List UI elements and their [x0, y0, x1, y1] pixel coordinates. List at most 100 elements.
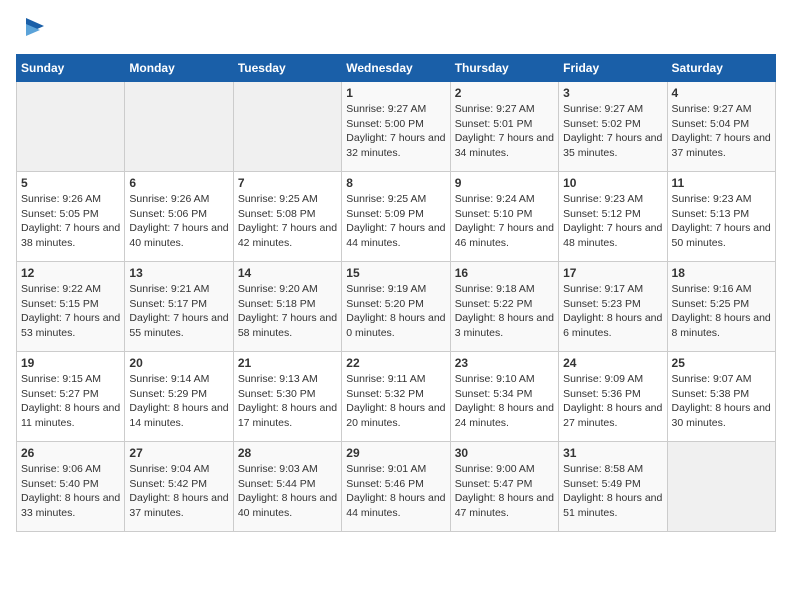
day-info: Sunrise: 9:19 AM Sunset: 5:20 PM Dayligh…	[346, 282, 445, 341]
calendar-cell: 10 Sunrise: 9:23 AM Sunset: 5:12 PM Dayl…	[559, 172, 667, 262]
daylight-label: Daylight: 7 hours and 32 minutes.	[346, 132, 445, 159]
daylight-label: Daylight: 7 hours and 37 minutes.	[672, 132, 771, 159]
day-number: 1	[346, 86, 445, 100]
logo	[16, 16, 52, 42]
sunrise-label: Sunrise: 9:21 AM	[129, 283, 209, 295]
day-info: Sunrise: 9:15 AM Sunset: 5:27 PM Dayligh…	[21, 372, 120, 431]
calendar-week-1: 1 Sunrise: 9:27 AM Sunset: 5:00 PM Dayli…	[17, 82, 776, 172]
sunrise-label: Sunrise: 9:26 AM	[129, 193, 209, 205]
daylight-label: Daylight: 8 hours and 33 minutes.	[21, 492, 120, 519]
sunset-label: Sunset: 5:27 PM	[21, 388, 99, 400]
sunset-label: Sunset: 5:46 PM	[346, 478, 424, 490]
calendar-cell: 20 Sunrise: 9:14 AM Sunset: 5:29 PM Dayl…	[125, 352, 233, 442]
calendar-cell: 30 Sunrise: 9:00 AM Sunset: 5:47 PM Dayl…	[450, 442, 558, 532]
daylight-label: Daylight: 8 hours and 17 minutes.	[238, 402, 337, 429]
day-number: 9	[455, 176, 554, 190]
sunset-label: Sunset: 5:32 PM	[346, 388, 424, 400]
day-info: Sunrise: 9:24 AM Sunset: 5:10 PM Dayligh…	[455, 192, 554, 251]
sunset-label: Sunset: 5:02 PM	[563, 118, 641, 130]
daylight-label: Daylight: 8 hours and 6 minutes.	[563, 312, 662, 339]
daylight-label: Daylight: 8 hours and 40 minutes.	[238, 492, 337, 519]
sunrise-label: Sunrise: 9:14 AM	[129, 373, 209, 385]
sunset-label: Sunset: 5:15 PM	[21, 298, 99, 310]
day-info: Sunrise: 8:58 AM Sunset: 5:49 PM Dayligh…	[563, 462, 662, 521]
day-info: Sunrise: 9:14 AM Sunset: 5:29 PM Dayligh…	[129, 372, 228, 431]
daylight-label: Daylight: 7 hours and 46 minutes.	[455, 222, 554, 249]
sunrise-label: Sunrise: 9:09 AM	[563, 373, 643, 385]
weekday-header-monday: Monday	[125, 55, 233, 82]
daylight-label: Daylight: 8 hours and 44 minutes.	[346, 492, 445, 519]
calendar-cell	[233, 82, 341, 172]
day-info: Sunrise: 9:16 AM Sunset: 5:25 PM Dayligh…	[672, 282, 771, 341]
daylight-label: Daylight: 8 hours and 8 minutes.	[672, 312, 771, 339]
sunrise-label: Sunrise: 9:19 AM	[346, 283, 426, 295]
day-number: 5	[21, 176, 120, 190]
sunset-label: Sunset: 5:20 PM	[346, 298, 424, 310]
day-number: 19	[21, 356, 120, 370]
sunset-label: Sunset: 5:10 PM	[455, 208, 533, 220]
sunset-label: Sunset: 5:08 PM	[238, 208, 316, 220]
sunset-label: Sunset: 5:00 PM	[346, 118, 424, 130]
daylight-label: Daylight: 8 hours and 11 minutes.	[21, 402, 120, 429]
day-number: 27	[129, 446, 228, 460]
sunset-label: Sunset: 5:09 PM	[346, 208, 424, 220]
sunrise-label: Sunrise: 9:11 AM	[346, 373, 425, 385]
daylight-label: Daylight: 7 hours and 42 minutes.	[238, 222, 337, 249]
calendar-cell: 9 Sunrise: 9:24 AM Sunset: 5:10 PM Dayli…	[450, 172, 558, 262]
day-number: 23	[455, 356, 554, 370]
day-number: 15	[346, 266, 445, 280]
day-number: 12	[21, 266, 120, 280]
sunrise-label: Sunrise: 9:23 AM	[563, 193, 643, 205]
sunset-label: Sunset: 5:30 PM	[238, 388, 316, 400]
sunrise-label: Sunrise: 9:26 AM	[21, 193, 101, 205]
day-number: 14	[238, 266, 337, 280]
sunset-label: Sunset: 5:34 PM	[455, 388, 533, 400]
daylight-label: Daylight: 7 hours and 58 minutes.	[238, 312, 337, 339]
day-info: Sunrise: 9:23 AM Sunset: 5:13 PM Dayligh…	[672, 192, 771, 251]
daylight-label: Daylight: 7 hours and 48 minutes.	[563, 222, 662, 249]
daylight-label: Daylight: 7 hours and 44 minutes.	[346, 222, 445, 249]
calendar-cell: 31 Sunrise: 8:58 AM Sunset: 5:49 PM Dayl…	[559, 442, 667, 532]
day-number: 30	[455, 446, 554, 460]
day-info: Sunrise: 9:01 AM Sunset: 5:46 PM Dayligh…	[346, 462, 445, 521]
weekday-header-sunday: Sunday	[17, 55, 125, 82]
calendar-cell: 6 Sunrise: 9:26 AM Sunset: 5:06 PM Dayli…	[125, 172, 233, 262]
sunset-label: Sunset: 5:13 PM	[672, 208, 750, 220]
day-number: 3	[563, 86, 662, 100]
sunset-label: Sunset: 5:47 PM	[455, 478, 533, 490]
daylight-label: Daylight: 7 hours and 53 minutes.	[21, 312, 120, 339]
calendar-cell: 23 Sunrise: 9:10 AM Sunset: 5:34 PM Dayl…	[450, 352, 558, 442]
sunrise-label: Sunrise: 9:16 AM	[672, 283, 752, 295]
calendar-cell: 24 Sunrise: 9:09 AM Sunset: 5:36 PM Dayl…	[559, 352, 667, 442]
daylight-label: Daylight: 8 hours and 30 minutes.	[672, 402, 771, 429]
daylight-label: Daylight: 8 hours and 47 minutes.	[455, 492, 554, 519]
day-info: Sunrise: 9:06 AM Sunset: 5:40 PM Dayligh…	[21, 462, 120, 521]
sunset-label: Sunset: 5:36 PM	[563, 388, 641, 400]
sunrise-label: Sunrise: 9:03 AM	[238, 463, 318, 475]
sunrise-label: Sunrise: 9:24 AM	[455, 193, 535, 205]
sunrise-label: Sunrise: 9:17 AM	[563, 283, 643, 295]
calendar-cell: 27 Sunrise: 9:04 AM Sunset: 5:42 PM Dayl…	[125, 442, 233, 532]
day-number: 26	[21, 446, 120, 460]
day-number: 31	[563, 446, 662, 460]
day-number: 18	[672, 266, 771, 280]
day-number: 11	[672, 176, 771, 190]
sunrise-label: Sunrise: 9:06 AM	[21, 463, 101, 475]
calendar-cell: 26 Sunrise: 9:06 AM Sunset: 5:40 PM Dayl…	[17, 442, 125, 532]
daylight-label: Daylight: 7 hours and 34 minutes.	[455, 132, 554, 159]
calendar-cell: 12 Sunrise: 9:22 AM Sunset: 5:15 PM Dayl…	[17, 262, 125, 352]
daylight-label: Daylight: 7 hours and 55 minutes.	[129, 312, 228, 339]
daylight-label: Daylight: 7 hours and 38 minutes.	[21, 222, 120, 249]
daylight-label: Daylight: 7 hours and 40 minutes.	[129, 222, 228, 249]
sunrise-label: Sunrise: 9:15 AM	[21, 373, 101, 385]
day-info: Sunrise: 9:27 AM Sunset: 5:00 PM Dayligh…	[346, 102, 445, 161]
day-info: Sunrise: 9:22 AM Sunset: 5:15 PM Dayligh…	[21, 282, 120, 341]
day-info: Sunrise: 9:21 AM Sunset: 5:17 PM Dayligh…	[129, 282, 228, 341]
sunset-label: Sunset: 5:04 PM	[672, 118, 750, 130]
calendar-cell: 29 Sunrise: 9:01 AM Sunset: 5:46 PM Dayl…	[342, 442, 450, 532]
day-number: 2	[455, 86, 554, 100]
day-info: Sunrise: 9:09 AM Sunset: 5:36 PM Dayligh…	[563, 372, 662, 431]
day-info: Sunrise: 9:11 AM Sunset: 5:32 PM Dayligh…	[346, 372, 445, 431]
calendar-cell: 28 Sunrise: 9:03 AM Sunset: 5:44 PM Dayl…	[233, 442, 341, 532]
sunrise-label: Sunrise: 9:25 AM	[238, 193, 318, 205]
